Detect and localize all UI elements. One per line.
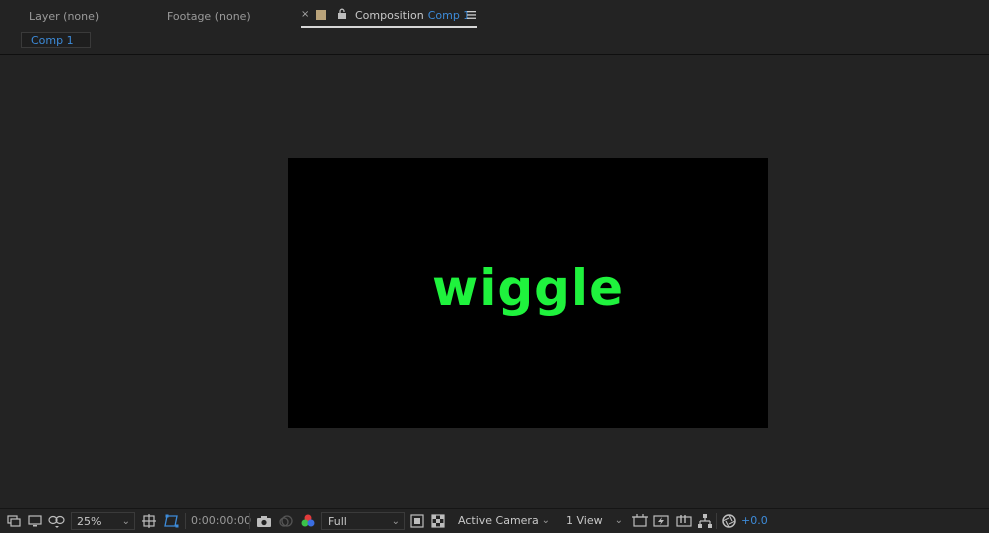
magnification-value: 25% (77, 515, 102, 528)
chevron-down-icon: ⌄ (541, 515, 550, 526)
resolution-dropdown[interactable]: Full ⌄ (321, 512, 405, 530)
composition-tab-title: Composition Comp 1 (355, 9, 470, 22)
flowchart-icon[interactable] (697, 513, 713, 529)
tab-footage[interactable]: Footage (none) (167, 9, 251, 25)
reset-exposure-icon[interactable] (721, 513, 737, 529)
viewer-panel-header: Layer (none) Footage (none) × Compositio… (0, 0, 989, 55)
camera-view-value: Active Camera (458, 514, 539, 527)
mask-overlay-icon[interactable] (48, 513, 66, 529)
view-layout-value: 1 View (566, 514, 603, 527)
panel-menu-icon[interactable] (467, 10, 477, 20)
composition-frame[interactable]: wiggle (288, 158, 768, 428)
view-layout-dropdown[interactable]: 1 View ⌄ (559, 512, 627, 530)
transparency-grid-icon[interactable] (431, 513, 445, 529)
exposure-value[interactable]: +0.0 (741, 512, 768, 530)
current-time[interactable]: 0:00:00:00 (191, 512, 251, 530)
snapshot-camera-icon[interactable] (256, 513, 272, 529)
composition-text-layer[interactable]: wiggle (288, 158, 768, 428)
viewer-toolbar: 25% ⌄ 0:00:00:00 Full ⌄ Active Camera ⌄ … (0, 508, 989, 533)
camera-view-dropdown[interactable]: Active Camera ⌄ (451, 512, 554, 530)
fast-previews-icon[interactable] (653, 513, 669, 529)
chevron-down-icon: ⌄ (614, 515, 623, 526)
always-preview-icon[interactable] (7, 513, 21, 529)
toolbar-separator (185, 513, 186, 529)
region-of-interest-icon[interactable] (410, 513, 424, 529)
toolbar-separator (249, 513, 250, 529)
channel-rgb-icon[interactable] (300, 513, 316, 529)
chevron-down-icon: ⌄ (121, 516, 130, 527)
toolbar-separator (716, 513, 717, 529)
tab-composition[interactable]: × Composition Comp 1 (301, 6, 477, 28)
timeline-icon[interactable] (676, 513, 692, 529)
toggle-pixel-aspect-icon[interactable] (632, 513, 648, 529)
composition-navigator-tab[interactable]: Comp 1 (21, 32, 91, 48)
close-tab-icon[interactable]: × (301, 9, 309, 20)
composition-tab-name: Comp 1 (427, 9, 471, 22)
toggle-mask-path-icon[interactable] (164, 513, 180, 529)
monitor-icon[interactable] (28, 513, 42, 529)
lock-icon[interactable] (336, 8, 348, 20)
grid-guides-icon[interactable] (142, 513, 156, 529)
show-snapshot-icon[interactable] (278, 513, 294, 529)
magnification-dropdown[interactable]: 25% ⌄ (71, 512, 135, 530)
chevron-down-icon: ⌄ (391, 516, 400, 527)
label-color-swatch (316, 10, 326, 20)
composition-tab-prefix: Composition (355, 9, 424, 22)
tab-layer[interactable]: Layer (none) (29, 9, 99, 25)
resolution-value: Full (328, 515, 347, 528)
